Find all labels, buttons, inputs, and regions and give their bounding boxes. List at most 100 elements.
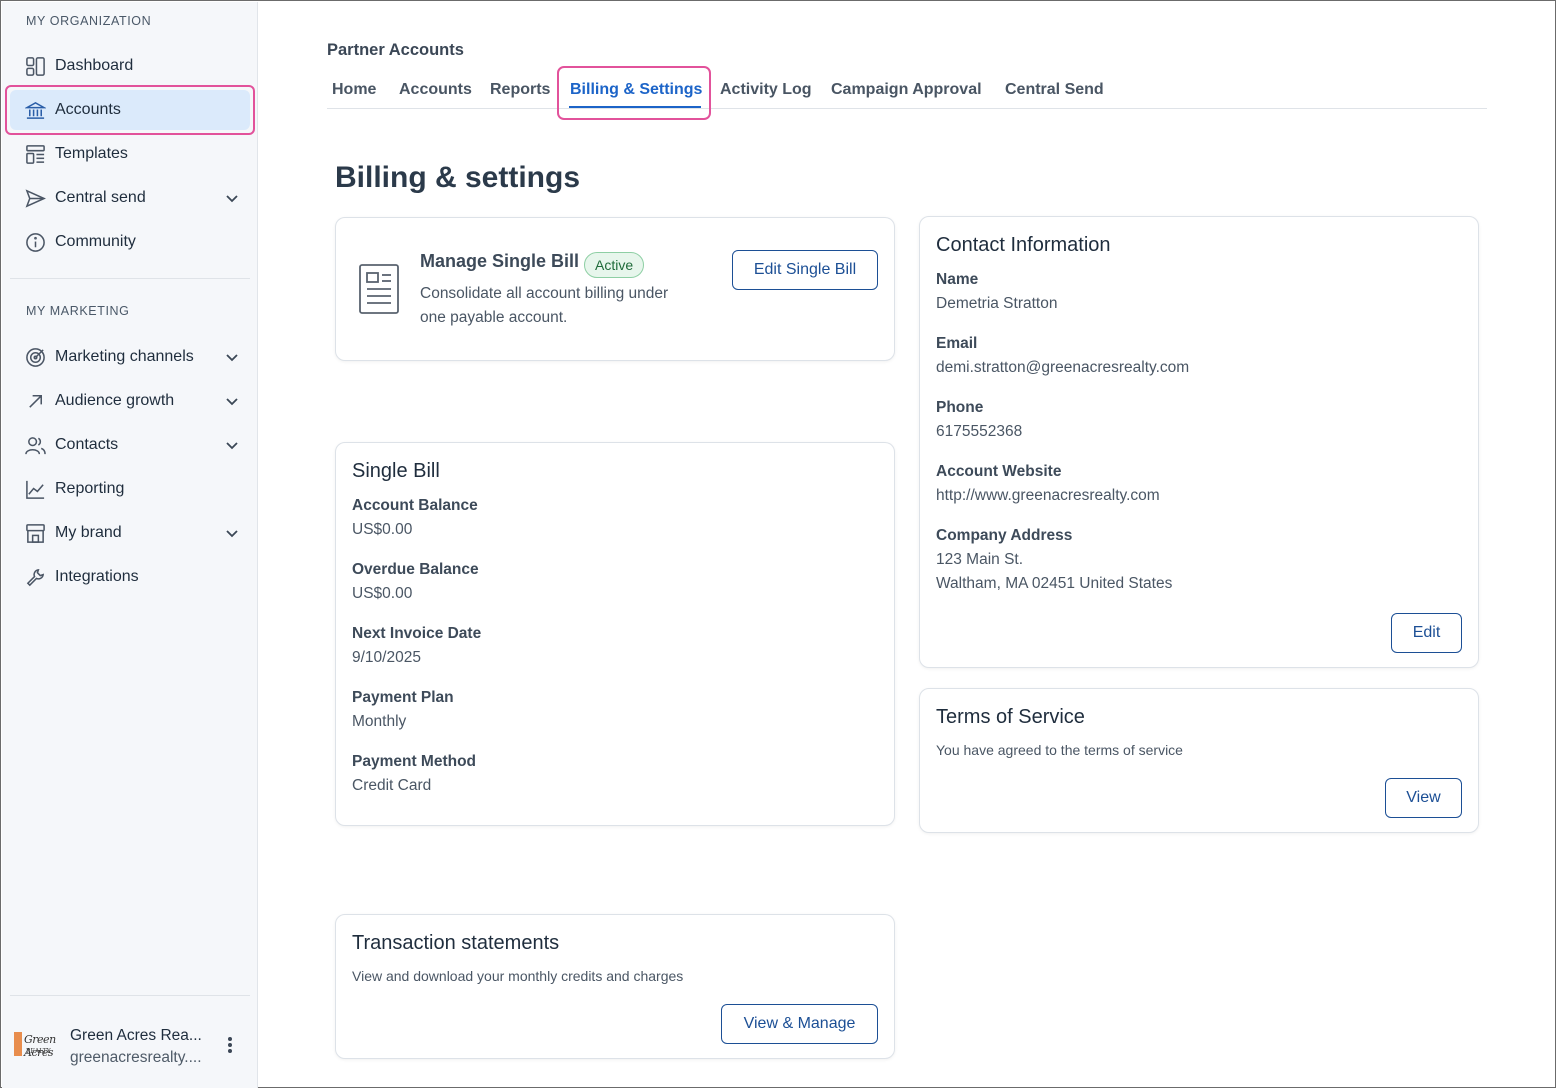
transaction-statements-description: View and download your monthly credits a… [352, 968, 684, 984]
info-icon [24, 231, 46, 253]
payment-plan-label: Payment Plan [352, 689, 454, 706]
view-terms-button[interactable]: View [1385, 778, 1462, 818]
contact-information-card: Contact Information Name Demetria Stratt… [919, 216, 1479, 668]
contact-email-value: demi.stratton@greenacresrealty.com [936, 359, 1190, 376]
view-manage-button[interactable]: View & Manage [721, 1004, 878, 1044]
sidebar-divider [10, 278, 250, 279]
app-window: MY ORGANIZATION Dashboard Accounts Templ… [0, 0, 1556, 1088]
status-badge: Active [584, 252, 645, 278]
sidebar-item-central-send[interactable]: Central send [10, 178, 250, 218]
arrow-up-right-icon [24, 390, 46, 412]
sidebar-item-contacts[interactable]: Contacts [10, 425, 250, 465]
org-domain: greenacresrealty.... [70, 1049, 202, 1066]
sidebar-item-integrations[interactable]: Integrations [10, 557, 250, 597]
chevron-down-icon[interactable] [224, 525, 240, 541]
tab-campaign-approval[interactable]: Campaign Approval [831, 81, 982, 99]
sidebar-item-label: Reporting [55, 480, 125, 497]
chart-icon [24, 478, 46, 500]
sidebar-item-label: Central send [55, 189, 146, 206]
edit-contact-button[interactable]: Edit [1391, 613, 1462, 653]
company-address-line2: Waltham, MA 02451 United States [936, 575, 1173, 592]
transaction-statements-card: Transaction statements View and download… [335, 914, 895, 1059]
org-logo: Green Acres REALTY [12, 1028, 60, 1059]
contacts-icon [24, 434, 46, 456]
org-name: Green Acres Rea... [70, 1027, 202, 1044]
chevron-down-icon[interactable] [224, 393, 240, 409]
sidebar-item-label: Community [55, 233, 136, 250]
edit-single-bill-button[interactable]: Edit Single Bill [732, 250, 878, 290]
next-invoice-date-label: Next Invoice Date [352, 625, 482, 642]
tab-bar: Home Accounts Reports Billing & Settings… [327, 71, 1487, 109]
send-icon [24, 187, 46, 209]
payment-plan-value: Monthly [352, 713, 407, 730]
sidebar-item-label: Contacts [55, 436, 119, 453]
document-icon [358, 263, 402, 317]
sidebar-item-label: Accounts [55, 101, 121, 118]
sidebar-item-label: Audience growth [55, 392, 175, 409]
sidebar-item-templates[interactable]: Templates [10, 134, 250, 174]
tab-central-send[interactable]: Central Send [1005, 81, 1104, 99]
account-balance-label: Account Balance [352, 497, 478, 514]
tab-accounts[interactable]: Accounts [399, 81, 472, 99]
target-icon [24, 346, 46, 368]
tab-activity-log[interactable]: Activity Log [720, 81, 812, 99]
account-website-label: Account Website [936, 463, 1062, 480]
page-title: Billing & settings [335, 161, 581, 194]
sidebar-item-accounts[interactable]: Accounts [10, 90, 250, 130]
payment-method-value: Credit Card [352, 777, 432, 794]
sidebar-item-audience-growth[interactable]: Audience growth [10, 381, 250, 421]
chevron-down-icon[interactable] [224, 349, 240, 365]
account-balance-value: US$0.00 [352, 521, 413, 538]
terms-of-service-description: You have agreed to the terms of service [936, 742, 1183, 758]
company-address-label: Company Address [936, 527, 1073, 544]
account-website-value: http://www.greenacresrealty.com [936, 487, 1160, 504]
breadcrumb: Partner Accounts [327, 41, 464, 59]
contact-information-title: Contact Information [936, 234, 1111, 256]
company-address-line1: 123 Main St. [936, 551, 1024, 568]
tab-billing-settings[interactable]: Billing & Settings [570, 81, 702, 99]
sidebar-divider [10, 995, 250, 996]
transaction-statements-title: Transaction statements [352, 932, 560, 954]
single-bill-card: Single Bill Account Balance US$0.00 Over… [335, 442, 895, 826]
sidebar-item-label: Templates [55, 145, 128, 162]
tab-reports[interactable]: Reports [490, 81, 550, 99]
manage-single-bill-description-line2: one payable account. [420, 309, 568, 326]
terms-of-service-title: Terms of Service [936, 706, 1085, 728]
contact-name-label: Name [936, 271, 979, 288]
sidebar-item-dashboard[interactable]: Dashboard [10, 46, 250, 86]
chevron-down-icon[interactable] [224, 437, 240, 453]
dashboard-icon [24, 55, 46, 77]
sidebar-item-label: Marketing channels [55, 348, 194, 365]
sidebar-item-my-brand[interactable]: My brand [10, 513, 250, 553]
org-switcher[interactable]: Green Acres REALTY Green Acres Rea... gr… [10, 1018, 250, 1074]
contact-name-value: Demetria Stratton [936, 295, 1058, 312]
manage-single-bill-description-line1: Consolidate all account billing under [420, 285, 669, 302]
contact-email-label: Email [936, 335, 978, 352]
wrench-icon [24, 566, 46, 588]
storefront-icon [24, 522, 46, 544]
sidebar-item-label: Integrations [55, 568, 139, 585]
active-tab-indicator [569, 106, 701, 108]
contact-phone-label: Phone [936, 399, 984, 416]
sidebar: MY ORGANIZATION Dashboard Accounts Templ… [2, 2, 258, 1088]
contact-phone-value: 6175552368 [936, 423, 1023, 440]
sidebar-item-community[interactable]: Community [10, 222, 250, 262]
manage-single-bill-title: Manage Single Bill [420, 251, 580, 271]
payment-method-label: Payment Method [352, 753, 477, 770]
sidebar-item-label: My brand [55, 524, 122, 541]
section-label-organization: MY ORGANIZATION [26, 14, 152, 28]
more-options-icon[interactable] [220, 1034, 240, 1056]
sidebar-item-reporting[interactable]: Reporting [10, 469, 250, 509]
sidebar-item-label: Dashboard [55, 57, 134, 74]
section-label-marketing: MY MARKETING [26, 304, 130, 318]
sidebar-item-marketing-channels[interactable]: Marketing channels [10, 337, 250, 377]
terms-of-service-card: Terms of Service You have agreed to the … [919, 688, 1479, 833]
bank-icon [24, 99, 46, 121]
next-invoice-date-value: 9/10/2025 [352, 649, 421, 666]
manage-single-bill-card: Manage Single Bill Active Consolidate al… [335, 217, 895, 361]
templates-icon [24, 143, 46, 165]
chevron-down-icon[interactable] [224, 190, 240, 206]
tab-home[interactable]: Home [332, 81, 376, 99]
single-bill-title: Single Bill [352, 460, 440, 482]
overdue-balance-label: Overdue Balance [352, 561, 479, 578]
